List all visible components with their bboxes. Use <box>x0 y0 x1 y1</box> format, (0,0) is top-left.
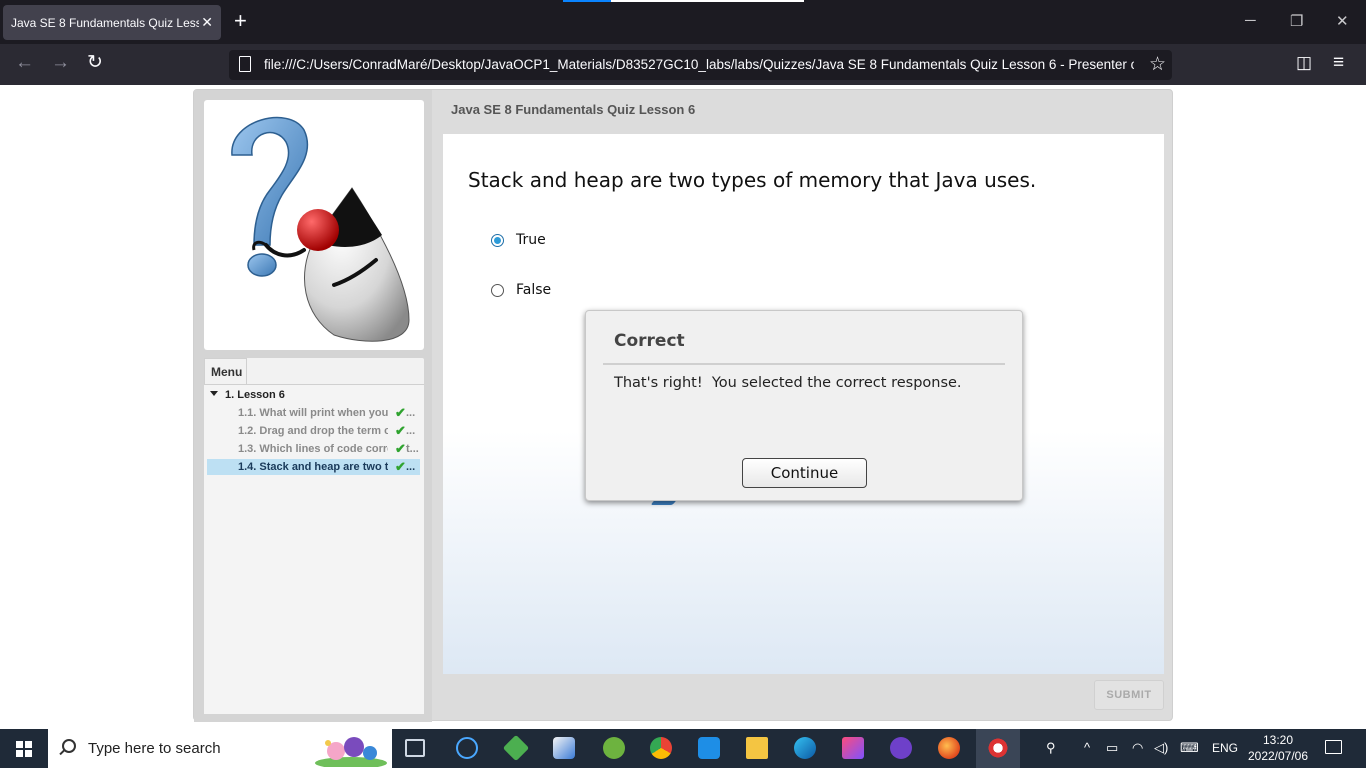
window-close-icon[interactable]: ✕ <box>1336 12 1349 30</box>
option-false[interactable]: False <box>491 282 551 298</box>
clock-time: 13:20 <box>1262 733 1294 747</box>
url-text[interactable]: file:///C:/Users/ConradMaré/Desktop/Java… <box>264 57 1134 72</box>
vscode-icon[interactable] <box>698 737 720 759</box>
duke-question-mark-image <box>231 116 410 342</box>
tab-close-icon[interactable]: ✕ <box>201 14 213 31</box>
menu-item-ellipsis: ... <box>406 425 416 437</box>
chrome-icon[interactable] <box>650 737 672 759</box>
app-menu-icon[interactable]: ≡ <box>1333 52 1344 74</box>
notification-icon[interactable] <box>1325 740 1342 754</box>
check-icon: ✔ <box>395 459 406 474</box>
spring-tools-icon[interactable] <box>603 737 625 759</box>
restore-icon[interactable]: ❐ <box>1290 12 1303 30</box>
tray-chevron-icon[interactable]: ^ <box>1084 740 1090 755</box>
quiz-sidebar: Menu 1. Lesson 6 1.1. What will print wh… <box>194 90 432 722</box>
menu-item-1-1[interactable]: 1.1. What will print when you d ✔ ... <box>207 405 420 421</box>
lesson-label: 1. Lesson 6 <box>225 389 285 401</box>
minimize-icon[interactable]: ─ <box>1245 12 1256 29</box>
question-text: Stack and heap are two types of memory t… <box>468 168 1037 192</box>
browser-nav-bar: ← → ↻ file:///C:/Users/ConradMaré/Deskto… <box>0 44 1366 85</box>
reload-icon[interactable]: ↻ <box>87 52 103 74</box>
people-icon[interactable]: ⚲ <box>1046 740 1056 756</box>
address-bar[interactable]: file:///C:/Users/ConradMaré/Desktop/Java… <box>229 50 1172 80</box>
check-icon: ✔ <box>395 441 406 456</box>
virtualbox-icon[interactable] <box>553 737 575 759</box>
forward-icon[interactable]: → <box>51 52 70 74</box>
wifi-icon[interactable]: ◠ <box>1132 740 1143 756</box>
menu-tab[interactable]: Menu <box>204 358 247 384</box>
github-desktop-icon[interactable] <box>890 737 912 759</box>
volume-icon[interactable]: ◁) <box>1154 740 1168 756</box>
taskbar: Type here to search ⚲ ^ ▭ ◠ ◁) ⌨ ENG 13:… <box>0 729 1366 768</box>
feedback-dialog: Correct That's right! You selected the c… <box>585 310 1023 501</box>
file-explorer-icon[interactable] <box>746 737 768 759</box>
page-icon <box>239 56 251 72</box>
expand-arrow-icon[interactable] <box>210 391 218 396</box>
intellij-icon[interactable] <box>842 737 864 759</box>
search-placeholder[interactable]: Type here to search <box>88 740 221 757</box>
feedback-message: That's right! You selected the correct r… <box>614 375 962 391</box>
menu-item-ellipsis: ... <box>406 461 416 473</box>
keyboard-icon[interactable]: ⌨ <box>1180 740 1199 756</box>
nodejs-icon[interactable] <box>502 734 530 762</box>
divider <box>603 363 1005 365</box>
windows-start-icon[interactable] <box>16 741 32 757</box>
menu-item-label: 1.1. What will print when you d <box>238 407 388 419</box>
pocket-icon[interactable]: ◫ <box>1296 52 1312 74</box>
battery-icon[interactable]: ▭ <box>1106 740 1118 756</box>
firefox-icon[interactable] <box>938 737 960 759</box>
option-true[interactable]: True <box>491 232 546 248</box>
search-icon <box>62 739 76 753</box>
taskbar-search[interactable]: Type here to search <box>48 729 392 768</box>
lesson-item[interactable]: 1. Lesson 6 <box>210 389 285 401</box>
continue-button[interactable]: Continue <box>742 458 867 488</box>
quiz-title: Java SE 8 Fundamentals Quiz Lesson 6 <box>451 102 696 117</box>
submit-button[interactable]: SUBMIT <box>1094 680 1164 710</box>
edge-icon[interactable] <box>794 737 816 759</box>
menu-item-1-3[interactable]: 1.3. Which lines of code corre ✔ t... <box>207 441 420 457</box>
menu-item-1-4[interactable]: 1.4. Stack and heap are two ty ✔ ... <box>207 459 420 475</box>
menu-item-label: 1.4. Stack and heap are two ty <box>238 461 388 473</box>
quiz-logo <box>204 100 424 350</box>
question-slide: Stack and heap are two types of memory t… <box>443 134 1164 674</box>
bookmark-star-icon[interactable]: ☆ <box>1149 53 1166 76</box>
option-label: True <box>516 232 546 248</box>
browser-tab-bar: Java SE 8 Fundamentals Quiz Lesson 6 - P… <box>0 0 1366 44</box>
option-label: False <box>516 282 552 298</box>
menu-item-label: 1.3. Which lines of code corre <box>238 443 388 455</box>
task-view-icon[interactable] <box>405 739 425 757</box>
quiz-player: Menu 1. Lesson 6 1.1. What will print wh… <box>193 89 1173 722</box>
new-tab-button[interactable]: + <box>234 10 247 32</box>
menu-item-label: 1.2. Drag and drop the term c <box>238 425 388 437</box>
duke-app-icon[interactable] <box>987 737 1009 759</box>
language-indicator[interactable]: ENG <box>1212 741 1238 755</box>
cortana-icon[interactable] <box>456 737 478 759</box>
menu-panel: Menu 1. Lesson 6 1.1. What will print wh… <box>204 358 424 714</box>
menu-item-1-2[interactable]: 1.2. Drag and drop the term c ✔ ... <box>207 423 420 439</box>
clock[interactable]: 13:20 2022/07/06 <box>1244 732 1312 764</box>
browser-tab[interactable]: Java SE 8 Fundamentals Quiz Lesson 6 - P… <box>3 5 221 40</box>
search-highlight-image <box>315 737 387 767</box>
loading-indicator <box>563 0 804 2</box>
tab-title: Java SE 8 Fundamentals Quiz Lesson 6 - P… <box>11 15 199 30</box>
menu-item-ellipsis: t... <box>406 443 419 455</box>
back-icon[interactable]: ← <box>15 52 34 74</box>
check-icon: ✔ <box>395 423 406 438</box>
feedback-title: Correct <box>614 331 685 351</box>
menu-item-ellipsis: ... <box>406 407 416 419</box>
radio-button[interactable] <box>491 283 504 297</box>
menu-list: 1. Lesson 6 1.1. What will print when yo… <box>204 384 424 714</box>
radio-button-selected[interactable] <box>491 233 504 247</box>
clock-date: 2022/07/06 <box>1247 749 1309 763</box>
check-icon: ✔ <box>395 405 406 420</box>
